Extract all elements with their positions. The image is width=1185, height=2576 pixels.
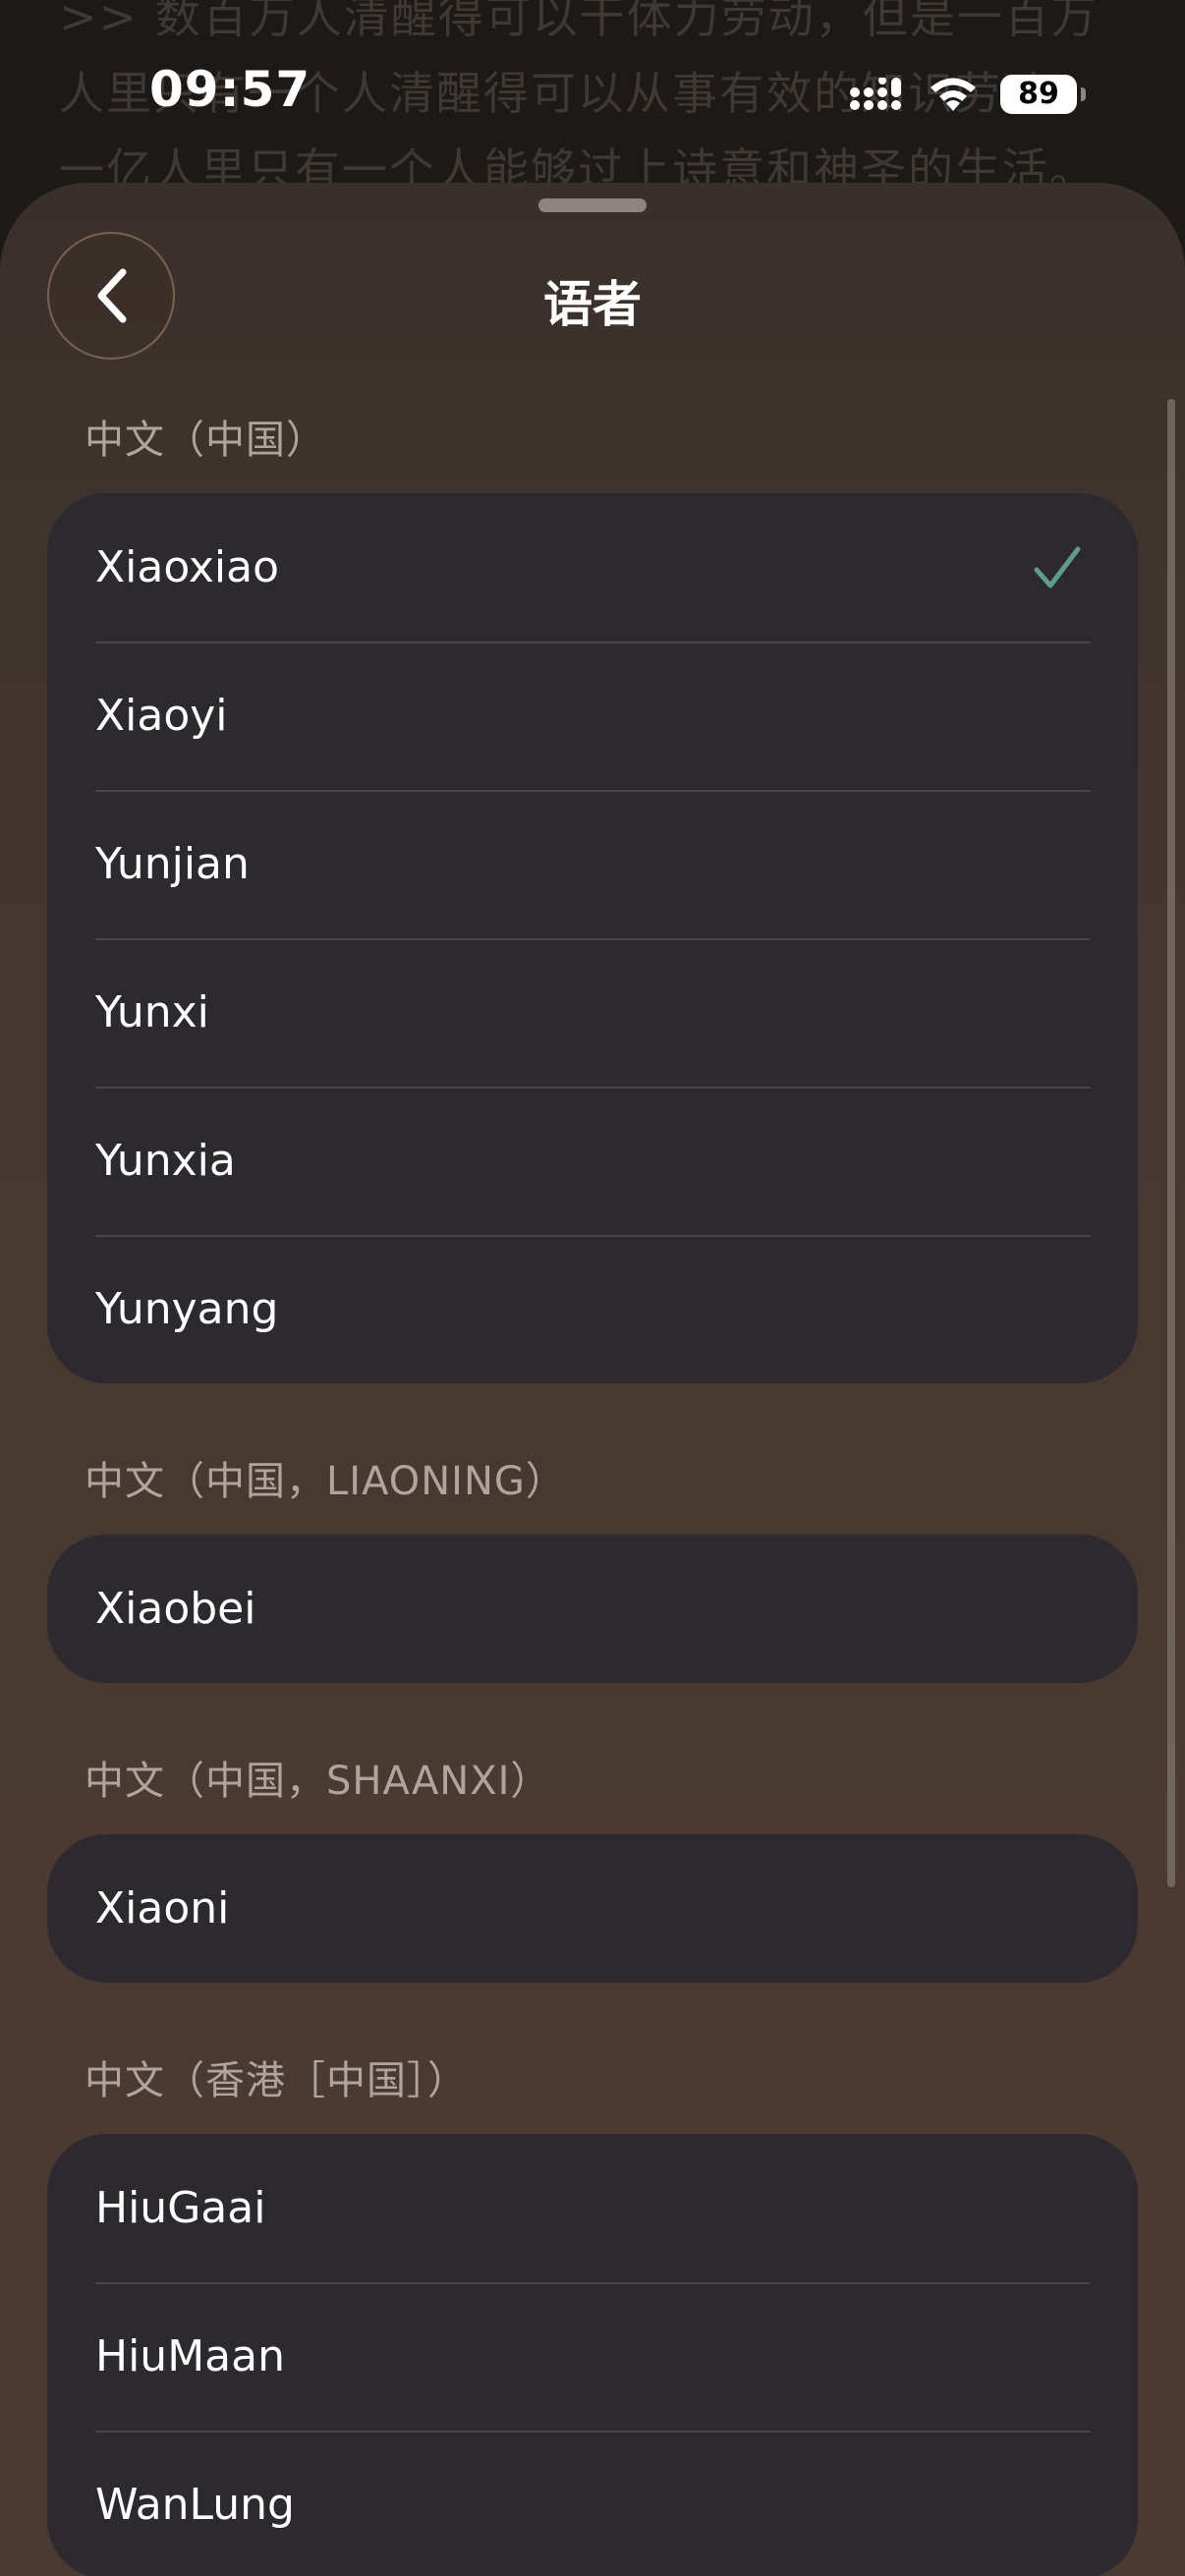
voice-item-xiaoni[interactable]: Xiaoni [47, 1834, 1138, 1983]
scrollbar[interactable] [1167, 399, 1175, 1887]
voice-label: Yunxia [95, 1136, 236, 1186]
voice-item-xiaoxiao[interactable]: Xiaoxiao [47, 493, 1138, 642]
voice-label: HiuGaai [95, 2183, 266, 2233]
voice-label: Xiaobei [95, 1584, 256, 1634]
voice-list: Xiaoni [47, 1834, 1138, 1983]
voice-item-yunxia[interactable]: Yunxia [47, 1087, 1138, 1235]
voice-list: Xiaoxiao Xiaoyi Yunjian Yunxi Yunxia Yun… [47, 493, 1138, 1383]
voice-list: Xiaobei [47, 1535, 1138, 1683]
voice-label: WanLung [95, 2480, 295, 2530]
battery-icon: 89 [1000, 75, 1086, 114]
sheet-grabber[interactable] [538, 198, 647, 212]
voice-item-yunjian[interactable]: Yunjian [47, 790, 1138, 938]
checkmark-icon [1034, 546, 1081, 588]
voice-item-yunyang[interactable]: Yunyang [47, 1235, 1138, 1383]
section-header: 中文（中国，LIAONING） [85, 1459, 566, 1504]
voice-label: Xiaoyi [95, 691, 228, 741]
voice-label: Yunyang [95, 1284, 279, 1334]
section-zh-hk: 中文（香港［中国］） HiuGaai HiuMaan WanLung [47, 2045, 1138, 2576]
voice-item-hiumaan[interactable]: HiuMaan [47, 2282, 1138, 2431]
voice-label: Xiaoxiao [95, 542, 280, 592]
section-header: 中文（香港［中国］） [85, 2058, 468, 2103]
voice-item-xiaoyi[interactable]: Xiaoyi [47, 642, 1138, 790]
battery-cap [1081, 87, 1086, 101]
voice-label: Yunxi [95, 987, 209, 1037]
voice-label: Yunjian [95, 839, 250, 889]
battery-level: 89 [1018, 77, 1059, 111]
status-icons: 89 [849, 75, 1086, 114]
voice-item-wanlung[interactable]: WanLung [47, 2431, 1138, 2576]
status-bar: 09:57 89 [0, 0, 1185, 187]
voice-label: Xiaoni [95, 1883, 230, 1933]
page-title: 语者 [543, 276, 642, 333]
section-zh-cn: 中文（中国） Xiaoxiao Xiaoyi Yunjian Yunxi Yun… [47, 405, 1138, 1383]
voice-label: HiuMaan [95, 2331, 285, 2381]
voice-item-yunxi[interactable]: Yunxi [47, 938, 1138, 1087]
voice-list: HiuGaai HiuMaan WanLung [47, 2134, 1138, 2576]
section-header: 中文（中国，SHAANXI） [85, 1759, 551, 1804]
wifi-icon [931, 78, 976, 111]
voice-picker-sheet: 语者 中文（中国） Xiaoxiao Xiaoyi Yunjian Yunxi … [0, 183, 1185, 2576]
section-zh-cn-liaoning: 中文（中国，LIAONING） Xiaobei [47, 1446, 1138, 1683]
section-header: 中文（中国） [85, 418, 326, 463]
status-time: 09:57 [149, 61, 311, 118]
screen: >> 数百万人清醒得可以干体力劳动，但是一百万 人里只有一个人清醒得可以从事有效… [0, 0, 1185, 2576]
signal-icon [850, 78, 901, 110]
voice-item-hiugaai[interactable]: HiuGaai [47, 2134, 1138, 2282]
section-zh-cn-shaanxi: 中文（中国，SHAANXI） Xiaoni [47, 1746, 1138, 1983]
voice-item-xiaobei[interactable]: Xiaobei [47, 1535, 1138, 1683]
